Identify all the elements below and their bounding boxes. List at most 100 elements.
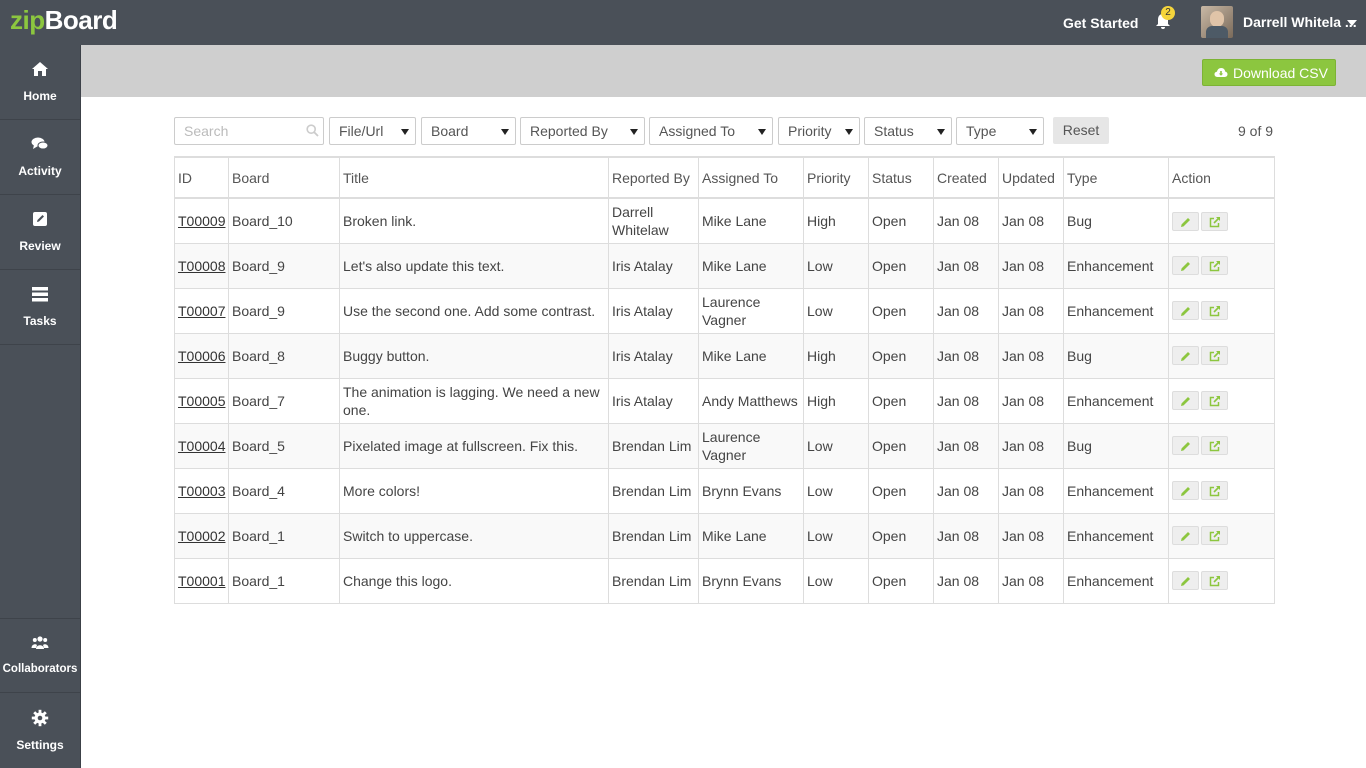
updated-cell: Jan 08	[998, 287, 1064, 334]
reported-by-cell: Brendan Lim	[608, 422, 699, 469]
chat-icon	[31, 137, 49, 150]
sidebar-item-label: Tasks	[23, 314, 57, 328]
task-id-link[interactable]: T00002	[178, 528, 225, 544]
reported-by-cell: Brendan Lim	[608, 467, 699, 514]
reported-by-filter[interactable]: Reported By	[520, 117, 645, 145]
action-cell	[1168, 512, 1275, 559]
open-external-button[interactable]	[1201, 211, 1228, 231]
created-cell: Jan 08	[933, 422, 999, 469]
assigned-to-filter[interactable]: Assigned To	[649, 117, 773, 145]
open-external-button[interactable]	[1201, 256, 1228, 276]
sidebar-item-review[interactable]: Review	[0, 195, 80, 270]
updated-cell: Jan 08	[998, 242, 1064, 289]
table-row: T00007 Board_9 Use the second one. Add s…	[174, 287, 1275, 334]
updated-cell: Jan 08	[998, 332, 1064, 379]
edit-icon	[33, 212, 47, 226]
type-filter[interactable]: Type	[956, 117, 1044, 145]
type-cell: Bug	[1063, 197, 1169, 244]
sidebar-item-label: Collaborators	[2, 663, 78, 675]
column-header-id[interactable]: ID	[174, 156, 229, 199]
open-external-button[interactable]	[1201, 571, 1228, 591]
column-header-type[interactable]: Type	[1063, 156, 1169, 199]
top-bar: zipBoard Get Started 2 Darrell Whitela .…	[0, 0, 1366, 45]
get-started-link[interactable]: Get Started	[1063, 15, 1138, 31]
priority-filter[interactable]: Priority	[778, 117, 860, 145]
chevron-down-icon[interactable]	[1347, 20, 1357, 26]
logo[interactable]: zipBoard	[10, 5, 118, 36]
download-csv-button[interactable]: Download CSV	[1202, 59, 1336, 86]
assigned-to-cell: Brynn Evans	[698, 467, 804, 514]
sidebar-item-tasks[interactable]: Tasks	[0, 270, 80, 345]
search-input[interactable]	[174, 117, 324, 145]
edit-button[interactable]	[1172, 211, 1199, 231]
status-cell: Open	[868, 287, 934, 334]
status-cell: Open	[868, 377, 934, 424]
open-external-button[interactable]	[1201, 346, 1228, 366]
column-header-status[interactable]: Status	[868, 156, 934, 199]
sidebar-item-settings[interactable]: Settings	[0, 694, 80, 768]
reported-by-cell: Darrell Whitelaw	[608, 197, 699, 244]
assigned-to-cell: Mike Lane	[698, 197, 804, 244]
column-header-board[interactable]: Board	[228, 156, 340, 199]
external-link-icon	[1209, 486, 1221, 497]
open-external-button[interactable]	[1201, 391, 1228, 411]
task-id-link[interactable]: T00004	[178, 438, 225, 454]
status-filter[interactable]: Status	[864, 117, 952, 145]
created-cell: Jan 08	[933, 377, 999, 424]
column-header-title[interactable]: Title	[339, 156, 609, 199]
task-id-link[interactable]: T00009	[178, 213, 225, 229]
edit-button[interactable]	[1172, 526, 1199, 546]
table-header-row: ID Board Title Reported By Assigned To P…	[174, 156, 1275, 199]
edit-button[interactable]	[1172, 391, 1199, 411]
task-id-link[interactable]: T00007	[178, 303, 225, 319]
filter-label: Reported By	[530, 123, 608, 139]
task-id-link[interactable]: T00006	[178, 348, 225, 364]
edit-button[interactable]	[1172, 346, 1199, 366]
type-cell: Enhancement	[1063, 557, 1169, 604]
edit-button[interactable]	[1172, 301, 1199, 321]
column-header-updated[interactable]: Updated	[998, 156, 1064, 199]
type-cell: Enhancement	[1063, 467, 1169, 514]
avatar[interactable]	[1201, 6, 1233, 38]
id-cell: T00006	[174, 332, 229, 379]
filter-label: Type	[966, 123, 997, 139]
sidebar-item-collaborators[interactable]: Collaborators	[0, 618, 80, 693]
edit-button[interactable]	[1172, 481, 1199, 501]
sidebar-item-home[interactable]: Home	[0, 45, 80, 120]
action-cell	[1168, 287, 1275, 334]
open-external-button[interactable]	[1201, 301, 1228, 321]
sidebar-item-label: Activity	[18, 164, 62, 178]
created-cell: Jan 08	[933, 467, 999, 514]
priority-cell: Low	[803, 242, 869, 289]
file-url-filter[interactable]: File/Url	[329, 117, 416, 145]
board-filter[interactable]: Board	[421, 117, 516, 145]
open-external-button[interactable]	[1201, 436, 1228, 456]
edit-button[interactable]	[1172, 436, 1199, 456]
cloud-download-icon	[1214, 68, 1228, 77]
table-row: T00001 Board_1 Change this logo. Brendan…	[174, 557, 1275, 604]
edit-button[interactable]	[1172, 256, 1199, 276]
task-id-link[interactable]: T00005	[178, 393, 225, 409]
assigned-to-cell: Andy Matthews	[698, 377, 804, 424]
task-id-link[interactable]: T00001	[178, 573, 225, 589]
priority-cell: High	[803, 197, 869, 244]
column-header-reported-by[interactable]: Reported By	[608, 156, 699, 199]
open-external-button[interactable]	[1201, 526, 1228, 546]
edit-button[interactable]	[1172, 571, 1199, 591]
user-name[interactable]: Darrell Whitela ...	[1243, 14, 1357, 30]
task-id-link[interactable]: T00003	[178, 483, 225, 499]
sidebar-item-activity[interactable]: Activity	[0, 120, 80, 195]
pencil-icon	[1181, 307, 1190, 317]
task-id-link[interactable]: T00008	[178, 258, 225, 274]
column-header-priority[interactable]: Priority	[803, 156, 869, 199]
sidebar-item-label: Home	[23, 89, 57, 103]
filter-label: Board	[431, 123, 469, 139]
column-header-assigned-to[interactable]: Assigned To	[698, 156, 804, 199]
board-cell: Board_4	[228, 467, 340, 514]
reset-button[interactable]: Reset	[1053, 117, 1109, 144]
priority-cell: High	[803, 377, 869, 424]
open-external-button[interactable]	[1201, 481, 1228, 501]
status-cell: Open	[868, 422, 934, 469]
filter-label: File/Url	[339, 123, 384, 139]
column-header-created[interactable]: Created	[933, 156, 999, 199]
